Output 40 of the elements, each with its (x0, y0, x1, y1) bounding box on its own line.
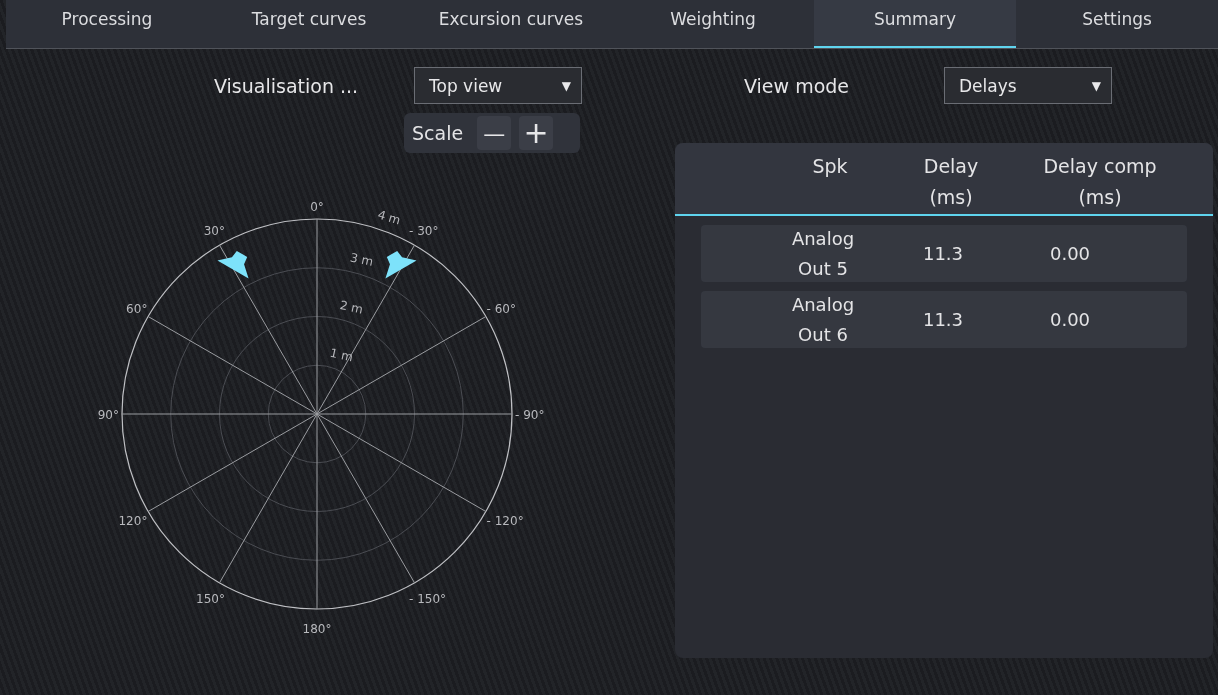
tab[interactable]: Weighting (612, 0, 814, 48)
column-header: Delay (ms) (922, 154, 980, 210)
angle-label: 90° (97, 408, 119, 422)
speaker-icon[interactable] (385, 250, 417, 279)
visualisation-dropdown[interactable]: Top view ▼ (414, 67, 582, 104)
zoom-in-button[interactable]: + (519, 116, 554, 150)
table-cell-text: Analog Out 6 (790, 292, 856, 347)
scale-label: Scale (412, 122, 464, 144)
distance-label: 4 m (376, 207, 403, 228)
distance-label: 1 m (328, 345, 355, 365)
tab[interactable]: Settings (1016, 0, 1218, 48)
distance-label: 3 m (348, 250, 375, 269)
tab[interactable]: Excursion curves (410, 0, 612, 48)
column-header: Spk (811, 154, 849, 179)
angle-label: - 120° (486, 514, 524, 528)
view-mode-dropdown[interactable]: Delays ▼ (944, 67, 1112, 104)
angle-label: 180° (302, 622, 332, 636)
table-cell-text: 0.00 (1048, 241, 1092, 266)
zoom-out-button[interactable]: — (477, 116, 512, 150)
visualisation-label: Visualisation ... (214, 74, 360, 97)
table-cell-text: 11.3 (921, 241, 965, 266)
angle-label: 0° (310, 200, 324, 214)
tab[interactable]: Processing (6, 0, 208, 48)
angle-label: 150° (196, 591, 225, 606)
angle-label: - 150° (409, 591, 447, 606)
tab[interactable]: Summary (814, 0, 1016, 48)
angle-label: - 30° (409, 224, 439, 239)
table-cell-text: Analog Out 5 (790, 226, 856, 281)
angle-label: - 60° (486, 302, 516, 316)
distance-label: 2 m (338, 298, 365, 317)
speaker-icon[interactable] (217, 250, 249, 279)
angle-label: 60° (126, 302, 148, 316)
angle-label: 30° (203, 224, 225, 239)
table-cell-text: 11.3 (921, 307, 965, 332)
tab[interactable]: Target curves (208, 0, 410, 48)
view-mode-label: View mode (744, 74, 850, 97)
angle-label: - 90° (515, 408, 545, 422)
column-header: Delay comp (ms) (1042, 154, 1158, 210)
angle-label: 120° (118, 514, 148, 528)
table-cell-text: 0.00 (1048, 307, 1092, 332)
